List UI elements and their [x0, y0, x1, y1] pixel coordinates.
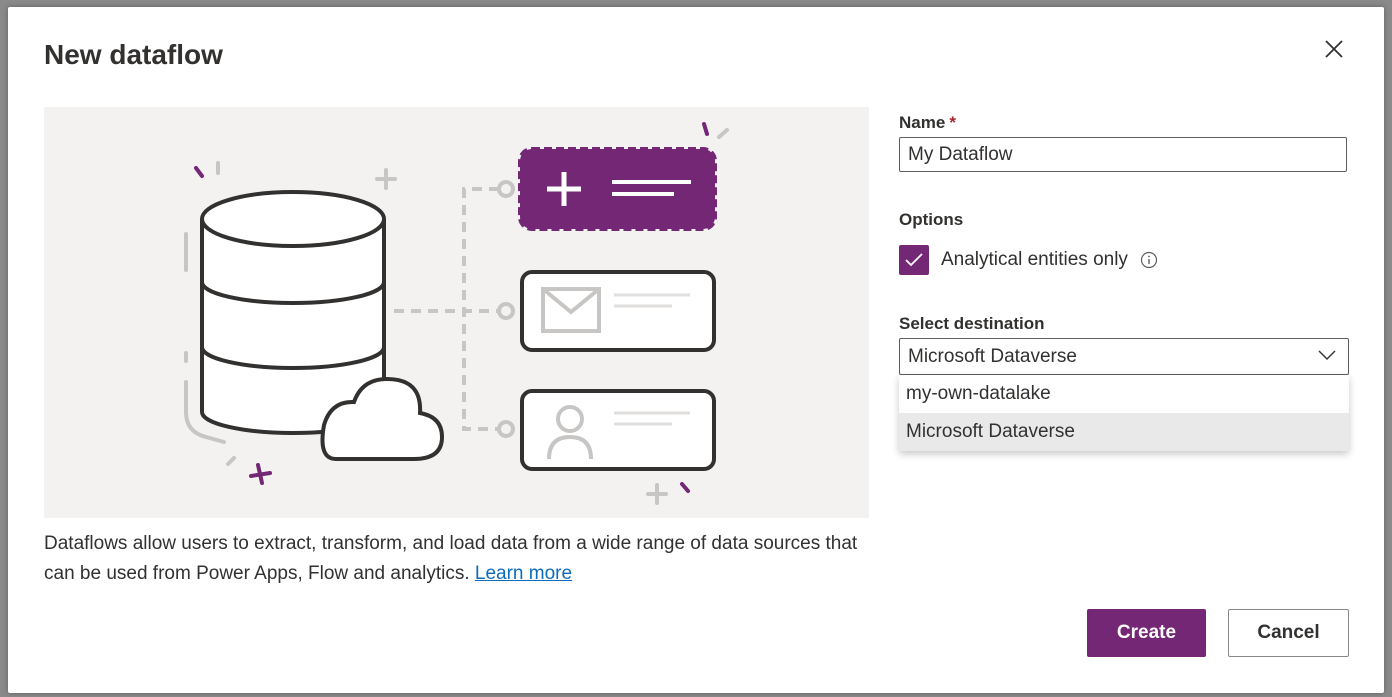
info-icon[interactable] — [1140, 251, 1158, 269]
new-dataflow-dialog: New dataflow Dataflows allow users to ex… — [8, 7, 1384, 693]
create-button[interactable]: Create — [1087, 609, 1206, 657]
dialog-title: New dataflow — [44, 39, 223, 70]
contact-card — [520, 389, 716, 471]
learn-more-link[interactable]: Learn more — [475, 563, 572, 584]
required-marker: * — [949, 113, 956, 132]
options-label: Options — [899, 210, 964, 229]
illustration-graphic — [184, 122, 729, 505]
email-card — [520, 270, 716, 352]
analytical-entities-label: Analytical entities only — [941, 249, 1128, 270]
name-input[interactable] — [899, 137, 1347, 172]
cancel-button[interactable]: Cancel — [1228, 609, 1349, 657]
add-card — [518, 147, 717, 231]
destination-option[interactable]: my-own-datalake — [899, 375, 1349, 413]
destination-select[interactable]: Microsoft Dataverse — [899, 338, 1349, 375]
analytical-entities-checkbox[interactable] — [899, 245, 929, 275]
dataflow-illustration — [44, 107, 869, 518]
connector-nodes — [497, 180, 515, 438]
close-button[interactable] — [1320, 35, 1348, 63]
destination-selected-value: Microsoft Dataverse — [908, 346, 1077, 367]
name-label: Name * — [899, 113, 956, 133]
name-label-text: Name — [899, 113, 946, 132]
close-icon — [1325, 40, 1343, 58]
checkmark-icon — [905, 253, 923, 267]
destination-option[interactable]: Microsoft Dataverse — [899, 413, 1349, 451]
dataflow-description: Dataflows allow users to extract, transf… — [44, 529, 864, 589]
description-text: Dataflows allow users to extract, transf… — [44, 533, 858, 584]
destination-dropdown-list: my-own-datalake Microsoft Dataverse — [899, 375, 1349, 451]
destination-label: Select destination — [899, 314, 1045, 333]
chevron-down-icon — [1318, 350, 1336, 360]
